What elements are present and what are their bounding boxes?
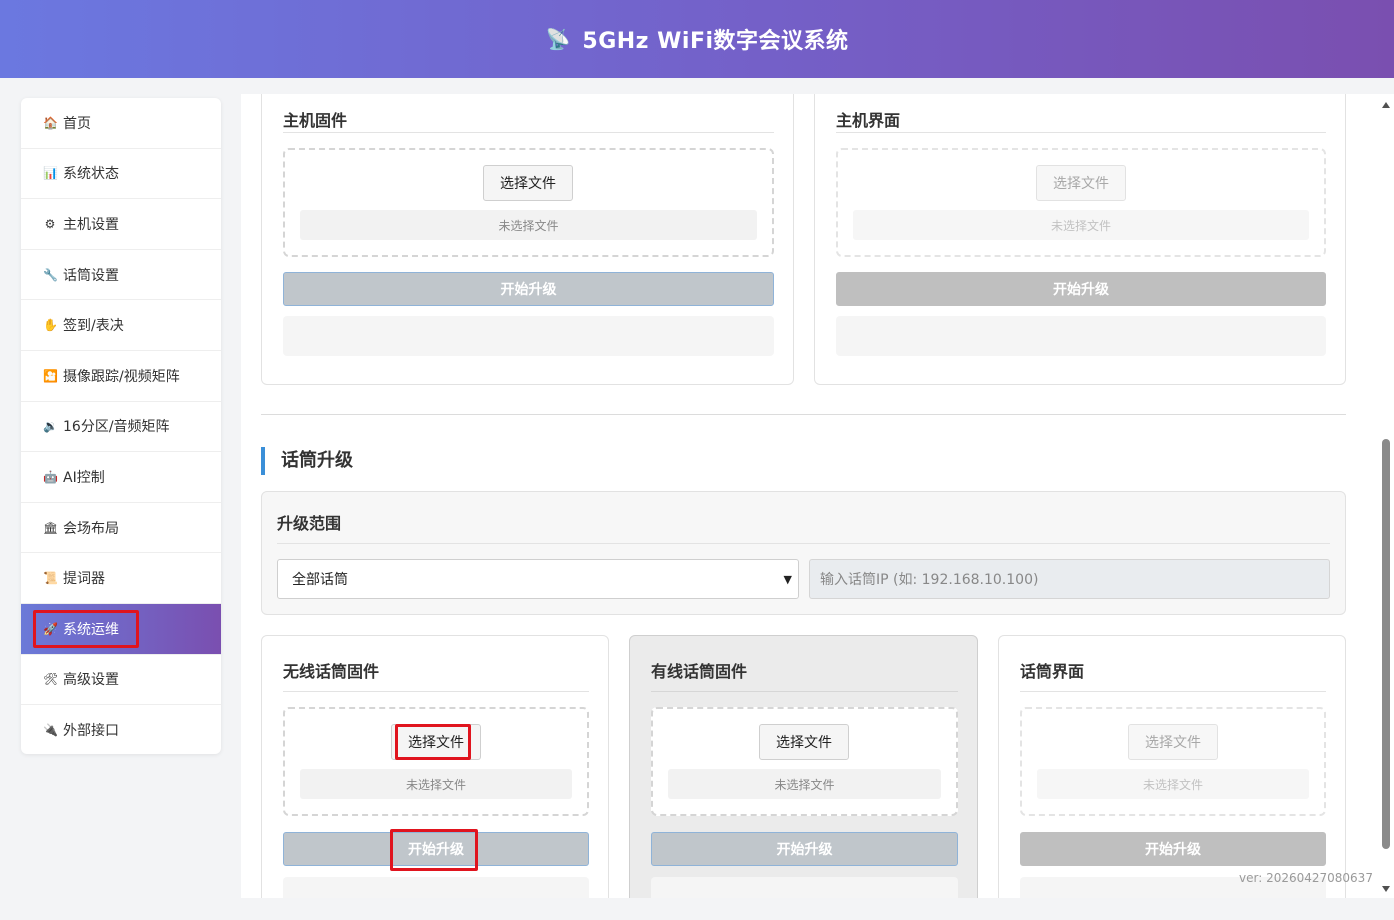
divider — [277, 543, 1330, 544]
sidebar-item-mic-settings[interactable]: 🔧 话筒设置 — [21, 250, 221, 301]
start-upgrade-button: 开始升级 — [1020, 832, 1326, 866]
start-upgrade-button[interactable]: 开始升级 — [651, 832, 958, 866]
highlight-box — [390, 829, 478, 871]
wireless-mic-firmware-card: 无线话筒固件 选择文件 未选择文件 开始升级 — [261, 635, 609, 898]
raised-hand-icon: ✋ — [43, 318, 58, 333]
sidebar-item-home[interactable]: 🏠 首页 — [21, 98, 221, 149]
card-title: 有线话筒固件 — [651, 662, 748, 681]
chevron-down-icon: ▼ — [783, 573, 792, 586]
card-title: 无线话筒固件 — [283, 662, 380, 681]
sidebar-item-label: 会场布局 — [63, 520, 119, 537]
sidebar-item-label: 外部接口 — [63, 723, 119, 740]
sidebar-item-system-ops[interactable]: 🚀 系统运维 — [21, 603, 221, 655]
sidebar-item-system-status[interactable]: 📊 系统状态 — [21, 149, 221, 200]
robot-icon: 🤖 — [43, 469, 58, 484]
sidebar-item-host-settings[interactable]: ⚙ 主机设置 — [21, 199, 221, 250]
sidebar-item-checkin-vote[interactable]: ✋ 签到/表决 — [21, 300, 221, 351]
host-firmware-card: 主机固件 选择文件 未选择文件 开始升级 — [261, 94, 794, 385]
file-name-display: 未选择文件 — [668, 769, 941, 799]
scope-select-value: 全部话筒 — [292, 572, 348, 588]
section-title: 话筒升级 — [261, 447, 353, 475]
highlight-box — [395, 724, 471, 760]
choose-file-button: 选择文件 — [1036, 165, 1126, 201]
upgrade-status-box — [283, 316, 774, 356]
scrollbar-thumb[interactable] — [1382, 439, 1390, 849]
mic-ip-input[interactable]: 输入话筒IP (如: 192.168.10.100) — [809, 559, 1330, 599]
scroll-icon: 📜 — [43, 571, 58, 586]
upgrade-status-box — [836, 316, 1326, 356]
speaker-icon: 🔉 — [43, 419, 58, 434]
sidebar-item-label: 主机设置 — [63, 216, 119, 233]
scroll-down-arrow-icon[interactable] — [1382, 886, 1390, 892]
divider — [836, 132, 1326, 133]
upgrade-status-box — [283, 877, 589, 898]
choose-file-button: 选择文件 — [1128, 724, 1218, 760]
file-name-display: 未选择文件 — [300, 769, 572, 799]
scroll-up-arrow-icon[interactable] — [1382, 102, 1390, 108]
section-divider — [261, 414, 1346, 415]
mic-ui-card: 话筒界面 选择文件 未选择文件 开始升级 — [998, 635, 1346, 898]
sidebar-item-label: 话筒设置 — [63, 267, 119, 284]
divider — [283, 132, 774, 133]
divider — [651, 691, 958, 692]
card-title: 主机界面 — [836, 111, 901, 130]
sidebar-item-label: 摄像跟踪/视频矩阵 — [63, 368, 180, 385]
tools-icon: 🛠 — [43, 672, 59, 687]
wired-mic-firmware-card: 有线话筒固件 选择文件 未选择文件 开始升级 — [629, 635, 978, 898]
start-upgrade-button: 开始升级 — [836, 272, 1326, 306]
sidebar-item-venue-layout[interactable]: 🏛 会场布局 — [21, 503, 221, 554]
sidebar-item-external-interface[interactable]: 🔌 外部接口 — [21, 705, 221, 754]
file-name-display: 未选择文件 — [853, 210, 1309, 240]
sidebar-item-teleprompter[interactable]: 📜 提词器 — [21, 553, 221, 604]
choose-file-button[interactable]: 选择文件 — [759, 724, 849, 760]
camera-icon: 🎦 — [43, 368, 58, 383]
card-title: 话筒界面 — [1020, 662, 1085, 681]
gear-icon: ⚙ — [44, 216, 56, 231]
upgrade-status-box — [651, 877, 958, 898]
sidebar-item-label: 系统状态 — [63, 166, 119, 183]
building-icon: 🏛 — [43, 520, 59, 535]
sidebar-item-label: 高级设置 — [63, 672, 119, 689]
app-header: 📡 5GHz WiFi数字会议系统 — [0, 0, 1394, 78]
main-content[interactable]: 主机固件 选择文件 未选择文件 开始升级 主机界面 选择文件 未选择文件 开始升… — [241, 94, 1394, 898]
sidebar-item-label: 首页 — [63, 115, 91, 132]
sidebar-item-label: 16分区/音频矩阵 — [63, 419, 170, 436]
sidebar-item-audio-matrix[interactable]: 🔉 16分区/音频矩阵 — [21, 402, 221, 453]
choose-file-button[interactable]: 选择文件 — [483, 165, 573, 201]
sidebar-item-label: 提词器 — [63, 571, 105, 588]
card-title: 升级范围 — [277, 514, 342, 533]
wrench-icon: 🔧 — [43, 267, 58, 282]
host-ui-card: 主机界面 选择文件 未选择文件 开始升级 — [814, 94, 1346, 385]
divider — [1020, 691, 1326, 692]
plug-icon: 🔌 — [43, 723, 58, 738]
file-name-display: 未选择文件 — [300, 210, 757, 240]
sidebar-item-advanced-settings[interactable]: 🛠 高级设置 — [21, 655, 221, 706]
sidebar: 🏠 首页 📊 系统状态 ⚙ 主机设置 🔧 话筒设置 ✋ 签到/表决 🎦 摄像跟踪/视频矩阵 … — [21, 98, 221, 754]
ip-placeholder: 输入话筒IP (如: 192.168.10.100) — [820, 572, 1039, 588]
highlight-box — [33, 609, 139, 648]
sidebar-item-camera-video[interactable]: 🎦 摄像跟踪/视频矩阵 — [21, 351, 221, 402]
satellite-dish-icon: 📡 — [545, 27, 571, 51]
sidebar-item-ai-control[interactable]: 🤖 AI控制 — [21, 452, 221, 503]
app-title: 5GHz WiFi数字会议系统 — [582, 29, 849, 54]
sidebar-item-label: 签到/表决 — [63, 318, 124, 335]
file-name-display: 未选择文件 — [1037, 769, 1309, 799]
start-upgrade-button[interactable]: 开始升级 — [283, 272, 774, 306]
bar-chart-icon: 📊 — [43, 166, 58, 181]
version-label: ver: 20260427080637 — [1239, 871, 1373, 885]
sidebar-item-label: AI控制 — [63, 469, 105, 486]
vertical-scrollbar[interactable] — [1378, 94, 1394, 898]
scope-select[interactable]: 全部话筒 ▼ — [277, 559, 799, 599]
divider — [283, 691, 589, 692]
card-title: 主机固件 — [283, 111, 348, 130]
home-icon: 🏠 — [43, 115, 58, 130]
